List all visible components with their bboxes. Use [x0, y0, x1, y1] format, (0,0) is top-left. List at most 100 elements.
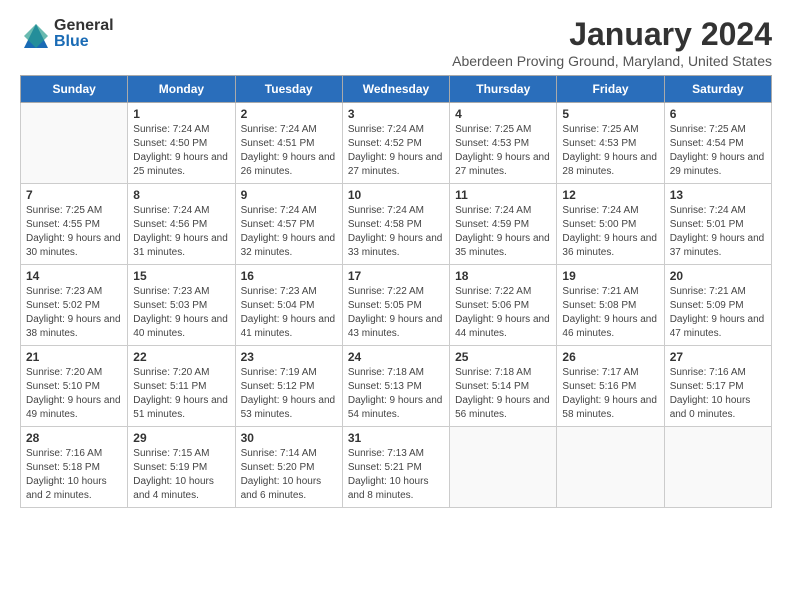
- location: Aberdeen Proving Ground, Maryland, Unite…: [452, 53, 772, 69]
- day-info: Sunrise: 7:16 AMSunset: 5:18 PMDaylight:…: [26, 447, 122, 503]
- calendar-week-3: 21 Sunrise: 7:20 AMSunset: 5:10 PMDayligh…: [21, 346, 772, 427]
- day-number: 11: [455, 188, 551, 202]
- day-info: Sunrise: 7:21 AMSunset: 5:08 PMDaylight:…: [562, 285, 658, 341]
- calendar-cell: 16Sunrise: 7:23 AMSunset: 5:04 PMDayligh…: [235, 265, 342, 346]
- calendar-cell: 11Sunrise: 7:24 AMSunset: 4:59 PMDayligh…: [450, 184, 557, 265]
- calendar-cell: 13 Sunrise: 7:24 AMSunset: 5:01 PMDayligh…: [664, 184, 771, 265]
- day-info: Sunrise: 7:23 AMSunset: 5:03 PMDaylight:…: [133, 285, 229, 341]
- day-info: Sunrise: 7:25 AMSunset: 4:53 PMDaylight:…: [562, 123, 658, 179]
- day-number: 10: [348, 188, 444, 202]
- calendar-cell: 7 Sunrise: 7:25 AMSunset: 4:55 PMDaylight…: [21, 184, 128, 265]
- day-info: Sunrise: 7:24 AMSunset: 5:01 PMDaylight:…: [670, 204, 766, 260]
- day-info: Sunrise: 7:24 AMSunset: 5:00 PMDaylight:…: [562, 204, 658, 260]
- calendar-week-4: 28 Sunrise: 7:16 AMSunset: 5:18 PMDayligh…: [21, 427, 772, 508]
- calendar-cell: 18 Sunrise: 7:22 AMSunset: 5:06 PMDayligh…: [450, 265, 557, 346]
- calendar-cell: 6Sunrise: 7:25 AMSunset: 4:54 PMDaylight…: [664, 103, 771, 184]
- weekday-header-tuesday: Tuesday: [235, 76, 342, 103]
- calendar-cell: 3Sunrise: 7:24 AMSunset: 4:52 PMDaylight…: [342, 103, 449, 184]
- calendar-cell: 28 Sunrise: 7:16 AMSunset: 5:18 PMDayligh…: [21, 427, 128, 508]
- calendar-cell: 26 Sunrise: 7:17 AMSunset: 5:16 PMDayligh…: [557, 346, 664, 427]
- day-number: 15: [133, 269, 229, 283]
- day-number: 12: [562, 188, 658, 202]
- day-number: 29: [133, 431, 229, 445]
- calendar-cell: 22Sunrise: 7:20 AMSunset: 5:11 PMDayligh…: [128, 346, 235, 427]
- day-number: 19: [562, 269, 658, 283]
- day-number: 27: [670, 350, 766, 364]
- calendar-cell: 1Sunrise: 7:24 AMSunset: 4:50 PMDaylight…: [128, 103, 235, 184]
- calendar-cell: 21 Sunrise: 7:20 AMSunset: 5:10 PMDayligh…: [21, 346, 128, 427]
- calendar-cell: 2 Sunrise: 7:24 AMSunset: 4:51 PMDaylight…: [235, 103, 342, 184]
- calendar-week-2: 14 Sunrise: 7:23 AMSunset: 5:02 PMDayligh…: [21, 265, 772, 346]
- day-info: Sunrise: 7:15 AMSunset: 5:19 PMDaylight:…: [133, 447, 229, 503]
- day-number: 9: [241, 188, 337, 202]
- calendar-header: SundayMondayTuesdayWednesdayThursdayFrid…: [21, 76, 772, 103]
- calendar-cell: 5 Sunrise: 7:25 AMSunset: 4:53 PMDaylight…: [557, 103, 664, 184]
- day-info: Sunrise: 7:24 AMSunset: 4:52 PMDaylight:…: [348, 123, 444, 179]
- weekday-header-saturday: Saturday: [664, 76, 771, 103]
- day-number: 1: [133, 107, 229, 121]
- day-number: 31: [348, 431, 444, 445]
- day-number: 28: [26, 431, 122, 445]
- calendar-week-0: 1Sunrise: 7:24 AMSunset: 4:50 PMDaylight…: [21, 103, 772, 184]
- calendar-cell: 20 Sunrise: 7:21 AMSunset: 5:09 PMDayligh…: [664, 265, 771, 346]
- title-area: January 2024 Aberdeen Proving Ground, Ma…: [452, 16, 772, 69]
- calendar-cell: 29 Sunrise: 7:15 AMSunset: 5:19 PMDayligh…: [128, 427, 235, 508]
- weekday-header-wednesday: Wednesday: [342, 76, 449, 103]
- header: General Blue January 2024 Aberdeen Provi…: [20, 16, 772, 69]
- day-number: 18: [455, 269, 551, 283]
- day-info: Sunrise: 7:24 AMSunset: 4:51 PMDaylight:…: [241, 123, 337, 179]
- weekday-header-thursday: Thursday: [450, 76, 557, 103]
- calendar-cell: 23Sunrise: 7:19 AMSunset: 5:12 PMDayligh…: [235, 346, 342, 427]
- calendar-cell: 15 Sunrise: 7:23 AMSunset: 5:03 PMDayligh…: [128, 265, 235, 346]
- day-number: 7: [26, 188, 122, 202]
- month-title: January 2024: [452, 16, 772, 53]
- day-number: 17: [348, 269, 444, 283]
- day-number: 13: [670, 188, 766, 202]
- day-info: Sunrise: 7:17 AMSunset: 5:16 PMDaylight:…: [562, 366, 658, 422]
- calendar-cell: 8Sunrise: 7:24 AMSunset: 4:56 PMDaylight…: [128, 184, 235, 265]
- day-number: 26: [562, 350, 658, 364]
- day-number: 14: [26, 269, 122, 283]
- day-info: Sunrise: 7:13 AMSunset: 5:21 PMDaylight:…: [348, 447, 444, 503]
- logo-blue: Blue: [54, 34, 114, 50]
- day-info: Sunrise: 7:23 AMSunset: 5:02 PMDaylight:…: [26, 285, 122, 341]
- calendar-cell: [664, 427, 771, 508]
- calendar-cell: [450, 427, 557, 508]
- day-info: Sunrise: 7:18 AMSunset: 5:14 PMDaylight:…: [455, 366, 551, 422]
- day-info: Sunrise: 7:22 AMSunset: 5:06 PMDaylight:…: [455, 285, 551, 341]
- day-number: 21: [26, 350, 122, 364]
- day-info: Sunrise: 7:24 AMSunset: 4:56 PMDaylight:…: [133, 204, 229, 260]
- day-number: 2: [241, 107, 337, 121]
- calendar-cell: 4Sunrise: 7:25 AMSunset: 4:53 PMDaylight…: [450, 103, 557, 184]
- calendar-cell: 9Sunrise: 7:24 AMSunset: 4:57 PMDaylight…: [235, 184, 342, 265]
- day-number: 24: [348, 350, 444, 364]
- calendar-cell: 19 Sunrise: 7:21 AMSunset: 5:08 PMDayligh…: [557, 265, 664, 346]
- weekday-header-row: SundayMondayTuesdayWednesdayThursdayFrid…: [21, 76, 772, 103]
- calendar-cell: 27Sunrise: 7:16 AMSunset: 5:17 PMDayligh…: [664, 346, 771, 427]
- day-info: Sunrise: 7:23 AMSunset: 5:04 PMDaylight:…: [241, 285, 337, 341]
- calendar-cell: 10 Sunrise: 7:24 AMSunset: 4:58 PMDayligh…: [342, 184, 449, 265]
- day-info: Sunrise: 7:25 AMSunset: 4:55 PMDaylight:…: [26, 204, 122, 260]
- day-info: Sunrise: 7:21 AMSunset: 5:09 PMDaylight:…: [670, 285, 766, 341]
- logo-general: General: [54, 18, 114, 34]
- calendar-cell: 31 Sunrise: 7:13 AMSunset: 5:21 PMDayligh…: [342, 427, 449, 508]
- logo-icon: [20, 20, 52, 52]
- day-info: Sunrise: 7:20 AMSunset: 5:11 PMDaylight:…: [133, 366, 229, 422]
- calendar-table: SundayMondayTuesdayWednesdayThursdayFrid…: [20, 75, 772, 508]
- weekday-header-sunday: Sunday: [21, 76, 128, 103]
- day-info: Sunrise: 7:20 AMSunset: 5:10 PMDaylight:…: [26, 366, 122, 422]
- day-number: 20: [670, 269, 766, 283]
- day-info: Sunrise: 7:14 AMSunset: 5:20 PMDaylight:…: [241, 447, 337, 503]
- weekday-header-friday: Friday: [557, 76, 664, 103]
- day-number: 5: [562, 107, 658, 121]
- weekday-header-monday: Monday: [128, 76, 235, 103]
- calendar-cell: [557, 427, 664, 508]
- calendar-week-1: 7 Sunrise: 7:25 AMSunset: 4:55 PMDaylight…: [21, 184, 772, 265]
- calendar-cell: 17Sunrise: 7:22 AMSunset: 5:05 PMDayligh…: [342, 265, 449, 346]
- calendar-cell: 24Sunrise: 7:18 AMSunset: 5:13 PMDayligh…: [342, 346, 449, 427]
- day-info: Sunrise: 7:25 AMSunset: 4:53 PMDaylight:…: [455, 123, 551, 179]
- calendar-body: 1Sunrise: 7:24 AMSunset: 4:50 PMDaylight…: [21, 103, 772, 508]
- day-number: 30: [241, 431, 337, 445]
- day-info: Sunrise: 7:24 AMSunset: 4:58 PMDaylight:…: [348, 204, 444, 260]
- calendar-cell: 25Sunrise: 7:18 AMSunset: 5:14 PMDayligh…: [450, 346, 557, 427]
